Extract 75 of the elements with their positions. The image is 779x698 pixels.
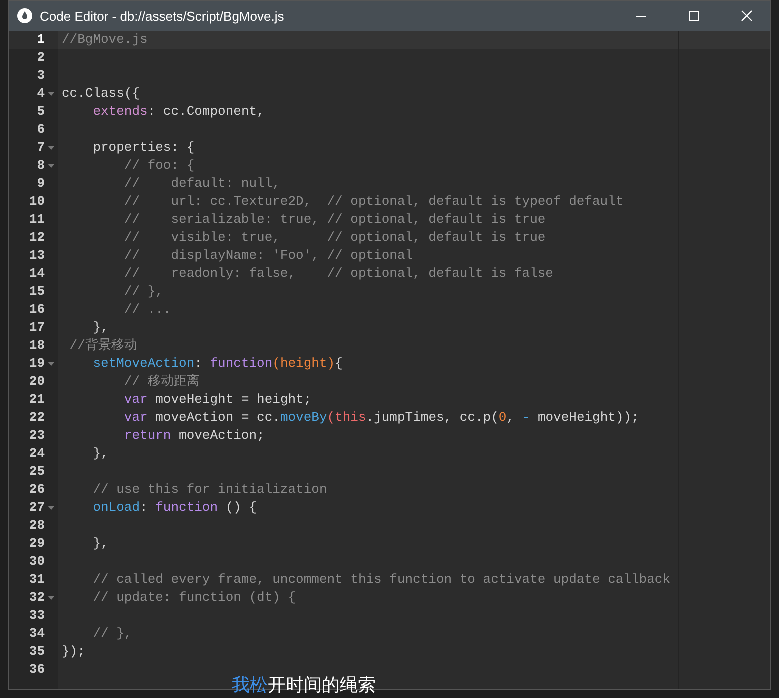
line-number: 7 (36, 139, 45, 157)
fold-caret-icon[interactable] (48, 164, 55, 168)
code-line-text: // ... (123, 302, 172, 317)
code-line-text: var moveAction = cc.moveBy(this.jumpTimes, cc.p(0, - moveHeight)); (123, 410, 640, 425)
line-number: 34 (28, 625, 45, 643)
line-number: 28 (28, 517, 45, 535)
code-line-text: // 移动距离 (123, 374, 200, 389)
line-number: 25 (28, 463, 45, 481)
line-number: 26 (28, 481, 45, 499)
line-number: 9 (36, 175, 45, 193)
fold-caret-icon[interactable] (48, 362, 55, 366)
code-line-text: // url: cc.Texture2D, // optional, default is typeof default (123, 194, 624, 209)
line-number: 36 (28, 661, 45, 679)
maximize-icon (688, 10, 700, 22)
code-line-text: // displayName: 'Foo', // optional (123, 248, 414, 263)
line-number: 1 (36, 31, 45, 49)
line-number: 17 (28, 319, 45, 337)
line-number: 10 (28, 193, 45, 211)
line-number: 33 (28, 607, 45, 625)
code-line-text: // visible: true, // optional, default is true (123, 230, 546, 245)
code-line-text: }); (62, 644, 86, 659)
code-line-text: var moveHeight = height; (123, 392, 312, 407)
line-number: 5 (36, 103, 45, 121)
code-line-text: // update: function (dt) { (92, 590, 296, 605)
line-number: 20 (28, 373, 45, 391)
line-number: 8 (36, 157, 45, 175)
code-line-text: }, (92, 320, 109, 335)
code-line-text: return moveAction; (123, 428, 265, 443)
code-line-text: // }, (92, 626, 132, 641)
code-line-text: }, (92, 446, 109, 461)
code-line-text: extends: cc.Component, (92, 104, 265, 119)
line-number: 30 (28, 553, 45, 571)
code-line-text: // }, (123, 284, 164, 299)
line-number: 31 (28, 571, 45, 589)
line-number: 19 (28, 355, 45, 373)
code-line-text: cc.Class({ (62, 86, 140, 101)
line-number: 22 (28, 409, 45, 427)
line-number: 11 (28, 211, 45, 229)
line-number: 21 (28, 391, 45, 409)
code-line-text: // foo: { (123, 158, 195, 173)
code-line-text: properties: { (92, 140, 195, 155)
code-line-text: }, (92, 536, 109, 551)
line-number: 13 (28, 247, 45, 265)
video-subtitle: 我松开时间的绳索 (232, 674, 376, 698)
app-logo-icon (17, 8, 33, 24)
code-line-text: // called every frame, uncomment this function to activate update callback (92, 572, 670, 587)
fold-caret-icon[interactable] (48, 92, 55, 96)
fold-caret-icon[interactable] (48, 596, 55, 600)
line-number: 3 (36, 67, 45, 85)
line-number: 23 (28, 427, 45, 445)
code-line-text: //BgMove.js (62, 32, 148, 47)
line-number: 27 (28, 499, 45, 517)
code-line-text: // use this for initialization (92, 482, 328, 497)
line-number: 35 (28, 643, 45, 661)
code-line-text: setMoveAction: function(height){ (92, 356, 343, 371)
line-number: 2 (36, 49, 45, 67)
window-title: Code Editor - db://assets/Script/BgMove.js (40, 8, 286, 24)
line-number: 18 (28, 337, 45, 355)
line-number: 6 (36, 121, 45, 139)
code-line-text: // serializable: true, // optional, default is true (123, 212, 546, 227)
line-number: 15 (28, 283, 45, 301)
code-line-text: //背景移动 (68, 338, 138, 353)
code-line-text: onLoad: function () { (92, 500, 258, 515)
fold-caret-icon[interactable] (48, 146, 55, 150)
line-number: 24 (28, 445, 45, 463)
line-number: 29 (28, 535, 45, 553)
fold-caret-icon[interactable] (48, 506, 55, 510)
line-number: 14 (28, 265, 45, 283)
line-number: 32 (28, 589, 45, 607)
line-number: 16 (28, 301, 45, 319)
line-number: 4 (36, 85, 45, 103)
code-line-text: // default: null, (123, 176, 280, 191)
code-line-text: // readonly: false, // optional, default is false (123, 266, 554, 281)
close-icon (741, 10, 753, 22)
line-number: 12 (28, 229, 45, 247)
